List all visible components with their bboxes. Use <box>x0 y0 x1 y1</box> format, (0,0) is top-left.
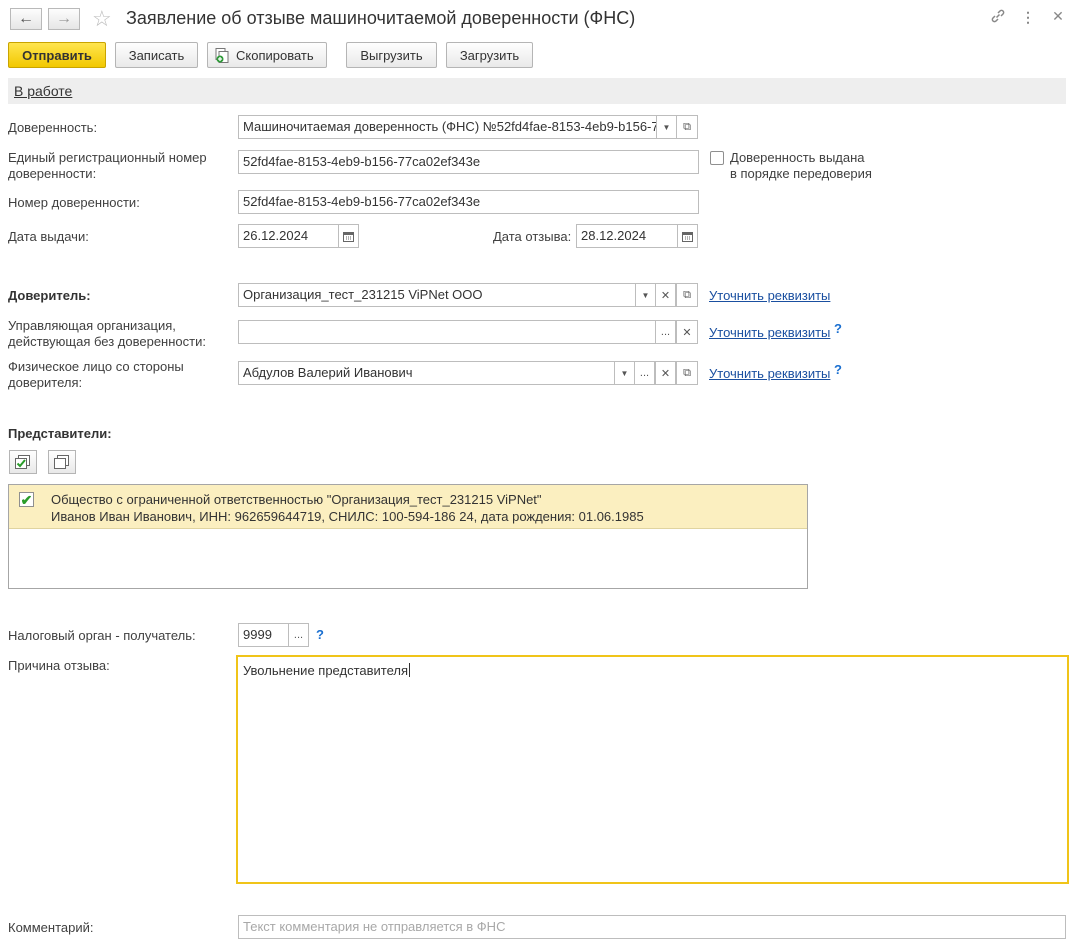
person-dropdown-button[interactable]: ▼ <box>614 361 635 385</box>
star-icon[interactable]: ☆ <box>92 6 112 32</box>
text-caret <box>409 663 411 677</box>
person-clear-button[interactable]: ✕ <box>655 361 676 385</box>
principal-label: Доверитель: <box>8 288 91 303</box>
dropdown-icon: ▼ <box>641 290 650 300</box>
managing-org-help-icon[interactable]: ? <box>834 321 842 336</box>
open-icon: ⧉ <box>683 288 691 301</box>
tax-authority-select-button[interactable]: ... <box>288 623 309 647</box>
export-button[interactable]: Выгрузить <box>346 42 437 68</box>
reason-textarea[interactable]: Увольнение представителя <box>236 655 1069 884</box>
link-icon[interactable] <box>987 8 1009 28</box>
managing-org-label: Управляющая организация, действующая без… <box>8 318 206 350</box>
person-help-icon[interactable]: ? <box>834 362 842 377</box>
row-checkbox[interactable]: ✔ <box>19 492 34 507</box>
poa-field[interactable]: Машиночитаемая доверенность (ФНС) №52fd4… <box>238 115 657 139</box>
revoke-date-field[interactable]: 28.12.2024 <box>576 224 678 248</box>
tax-authority-label: Налоговый орган - получатель: <box>8 628 196 643</box>
clear-icon: ✕ <box>682 326 692 339</box>
check-all-button[interactable] <box>9 450 37 474</box>
issue-date-calendar-button[interactable] <box>338 224 359 248</box>
principal-clarify-link[interactable]: Уточнить реквизиты <box>709 288 830 303</box>
check-all-icon <box>15 455 30 469</box>
representatives-header: Представители: <box>8 426 112 441</box>
reg-number-label-line2: доверенности: <box>8 166 97 181</box>
revoke-date-calendar-button[interactable] <box>677 224 698 248</box>
redelegation-label: Доверенность выдана в порядке передовери… <box>730 150 872 182</box>
person-label: Физическое лицо со стороны доверителя: <box>8 359 184 391</box>
ellipsis-icon: ... <box>660 326 671 338</box>
save-button[interactable]: Записать <box>115 42 198 68</box>
uncheck-all-button[interactable] <box>48 450 76 474</box>
poa-label: Доверенность: <box>8 120 98 135</box>
reason-text: Увольнение представителя <box>243 663 409 678</box>
open-icon: ⧉ <box>683 120 691 133</box>
reason-label: Причина отзыва: <box>8 658 110 673</box>
import-button[interactable]: Загрузить <box>446 42 533 68</box>
managing-org-select-button[interactable]: ... <box>655 320 676 344</box>
representative-org: Общество с ограниченной ответственностью… <box>51 492 542 507</box>
reg-number-label: Единый регистрационный номер доверенност… <box>8 150 207 182</box>
issue-date-label: Дата выдачи: <box>8 229 89 244</box>
representative-person: Иванов Иван Иванович, ИНН: 962659644719,… <box>51 509 644 524</box>
revoke-date-label: Дата отзыва: <box>493 229 572 244</box>
back-button[interactable]: ← <box>10 8 42 30</box>
table-row[interactable]: ✔ Общество с ограниченной ответственност… <box>9 485 807 529</box>
copy-label: Скопировать <box>236 47 314 63</box>
redelegation-label-line1: Доверенность выдана <box>730 150 865 165</box>
managing-org-label-line2: действующая без доверенности: <box>8 334 206 349</box>
principal-field[interactable]: Организация_тест_231215 ViPNet ООО <box>238 283 636 307</box>
copy-icon <box>214 47 230 63</box>
ellipsis-icon: ... <box>639 367 650 379</box>
managing-org-field[interactable] <box>238 320 656 344</box>
page-title: Заявление об отзыве машиночитаемой довер… <box>126 8 636 28</box>
issue-date-field[interactable]: 26.12.2024 <box>238 224 339 248</box>
arrow-left-icon: ← <box>18 10 34 27</box>
forward-button[interactable]: → <box>48 8 80 30</box>
clear-icon: ✕ <box>660 289 671 302</box>
calendar-icon <box>682 231 693 242</box>
person-open-button[interactable]: ⧉ <box>676 361 698 385</box>
redelegation-checkbox[interactable] <box>710 151 724 165</box>
ellipsis-icon: ... <box>293 629 304 641</box>
dropdown-icon: ▼ <box>662 122 671 132</box>
managing-org-clear-button[interactable]: ✕ <box>676 320 698 344</box>
number-label: Номер доверенности: <box>8 195 140 210</box>
tax-authority-help-icon[interactable]: ? <box>316 627 324 642</box>
reg-number-field[interactable]: 52fd4fae-8153-4eb9-b156-77ca02ef343e <box>238 150 699 174</box>
principal-dropdown-button[interactable]: ▼ <box>635 283 656 307</box>
more-vertical-icon[interactable]: ⋮ <box>1017 9 1039 26</box>
person-clarify-link[interactable]: Уточнить реквизиты <box>709 366 830 381</box>
status-bar: В работе <box>8 78 1066 104</box>
status-link[interactable]: В работе <box>14 83 72 99</box>
open-icon: ⧉ <box>683 366 691 379</box>
poa-dropdown-button[interactable]: ▼ <box>656 115 677 139</box>
arrow-right-icon: → <box>56 10 72 27</box>
person-label-line2: доверителя: <box>8 375 83 390</box>
redelegation-label-line2: в порядке передоверия <box>730 166 872 181</box>
principal-open-button[interactable]: ⧉ <box>676 283 698 307</box>
number-field[interactable]: 52fd4fae-8153-4eb9-b156-77ca02ef343e <box>238 190 699 214</box>
person-select-button[interactable]: ... <box>634 361 655 385</box>
calendar-icon <box>343 231 354 242</box>
managing-org-label-line1: Управляющая организация, <box>8 318 176 333</box>
person-field[interactable]: Абдулов Валерий Иванович <box>238 361 615 385</box>
uncheck-all-icon <box>54 455 69 469</box>
check-icon: ✔ <box>20 491 33 508</box>
representatives-table[interactable]: ✔ Общество с ограниченной ответственност… <box>8 484 808 589</box>
send-button[interactable]: Отправить <box>8 42 106 68</box>
principal-clear-button[interactable]: ✕ <box>655 283 676 307</box>
managing-org-clarify-link[interactable]: Уточнить реквизиты <box>709 325 830 340</box>
clear-icon: ✕ <box>660 367 671 380</box>
poa-open-button[interactable]: ⧉ <box>676 115 698 139</box>
comment-label: Комментарий: <box>8 920 94 935</box>
person-label-line1: Физическое лицо со стороны <box>8 359 184 374</box>
reg-number-label-line1: Единый регистрационный номер <box>8 150 207 165</box>
copy-button[interactable]: Скопировать <box>207 42 327 68</box>
tax-authority-field[interactable]: 9999 <box>238 623 289 647</box>
dropdown-icon: ▼ <box>620 368 629 378</box>
close-icon[interactable]: ✕ <box>1047 8 1069 25</box>
comment-input[interactable]: Текст комментария не отправляется в ФНС <box>238 915 1066 939</box>
